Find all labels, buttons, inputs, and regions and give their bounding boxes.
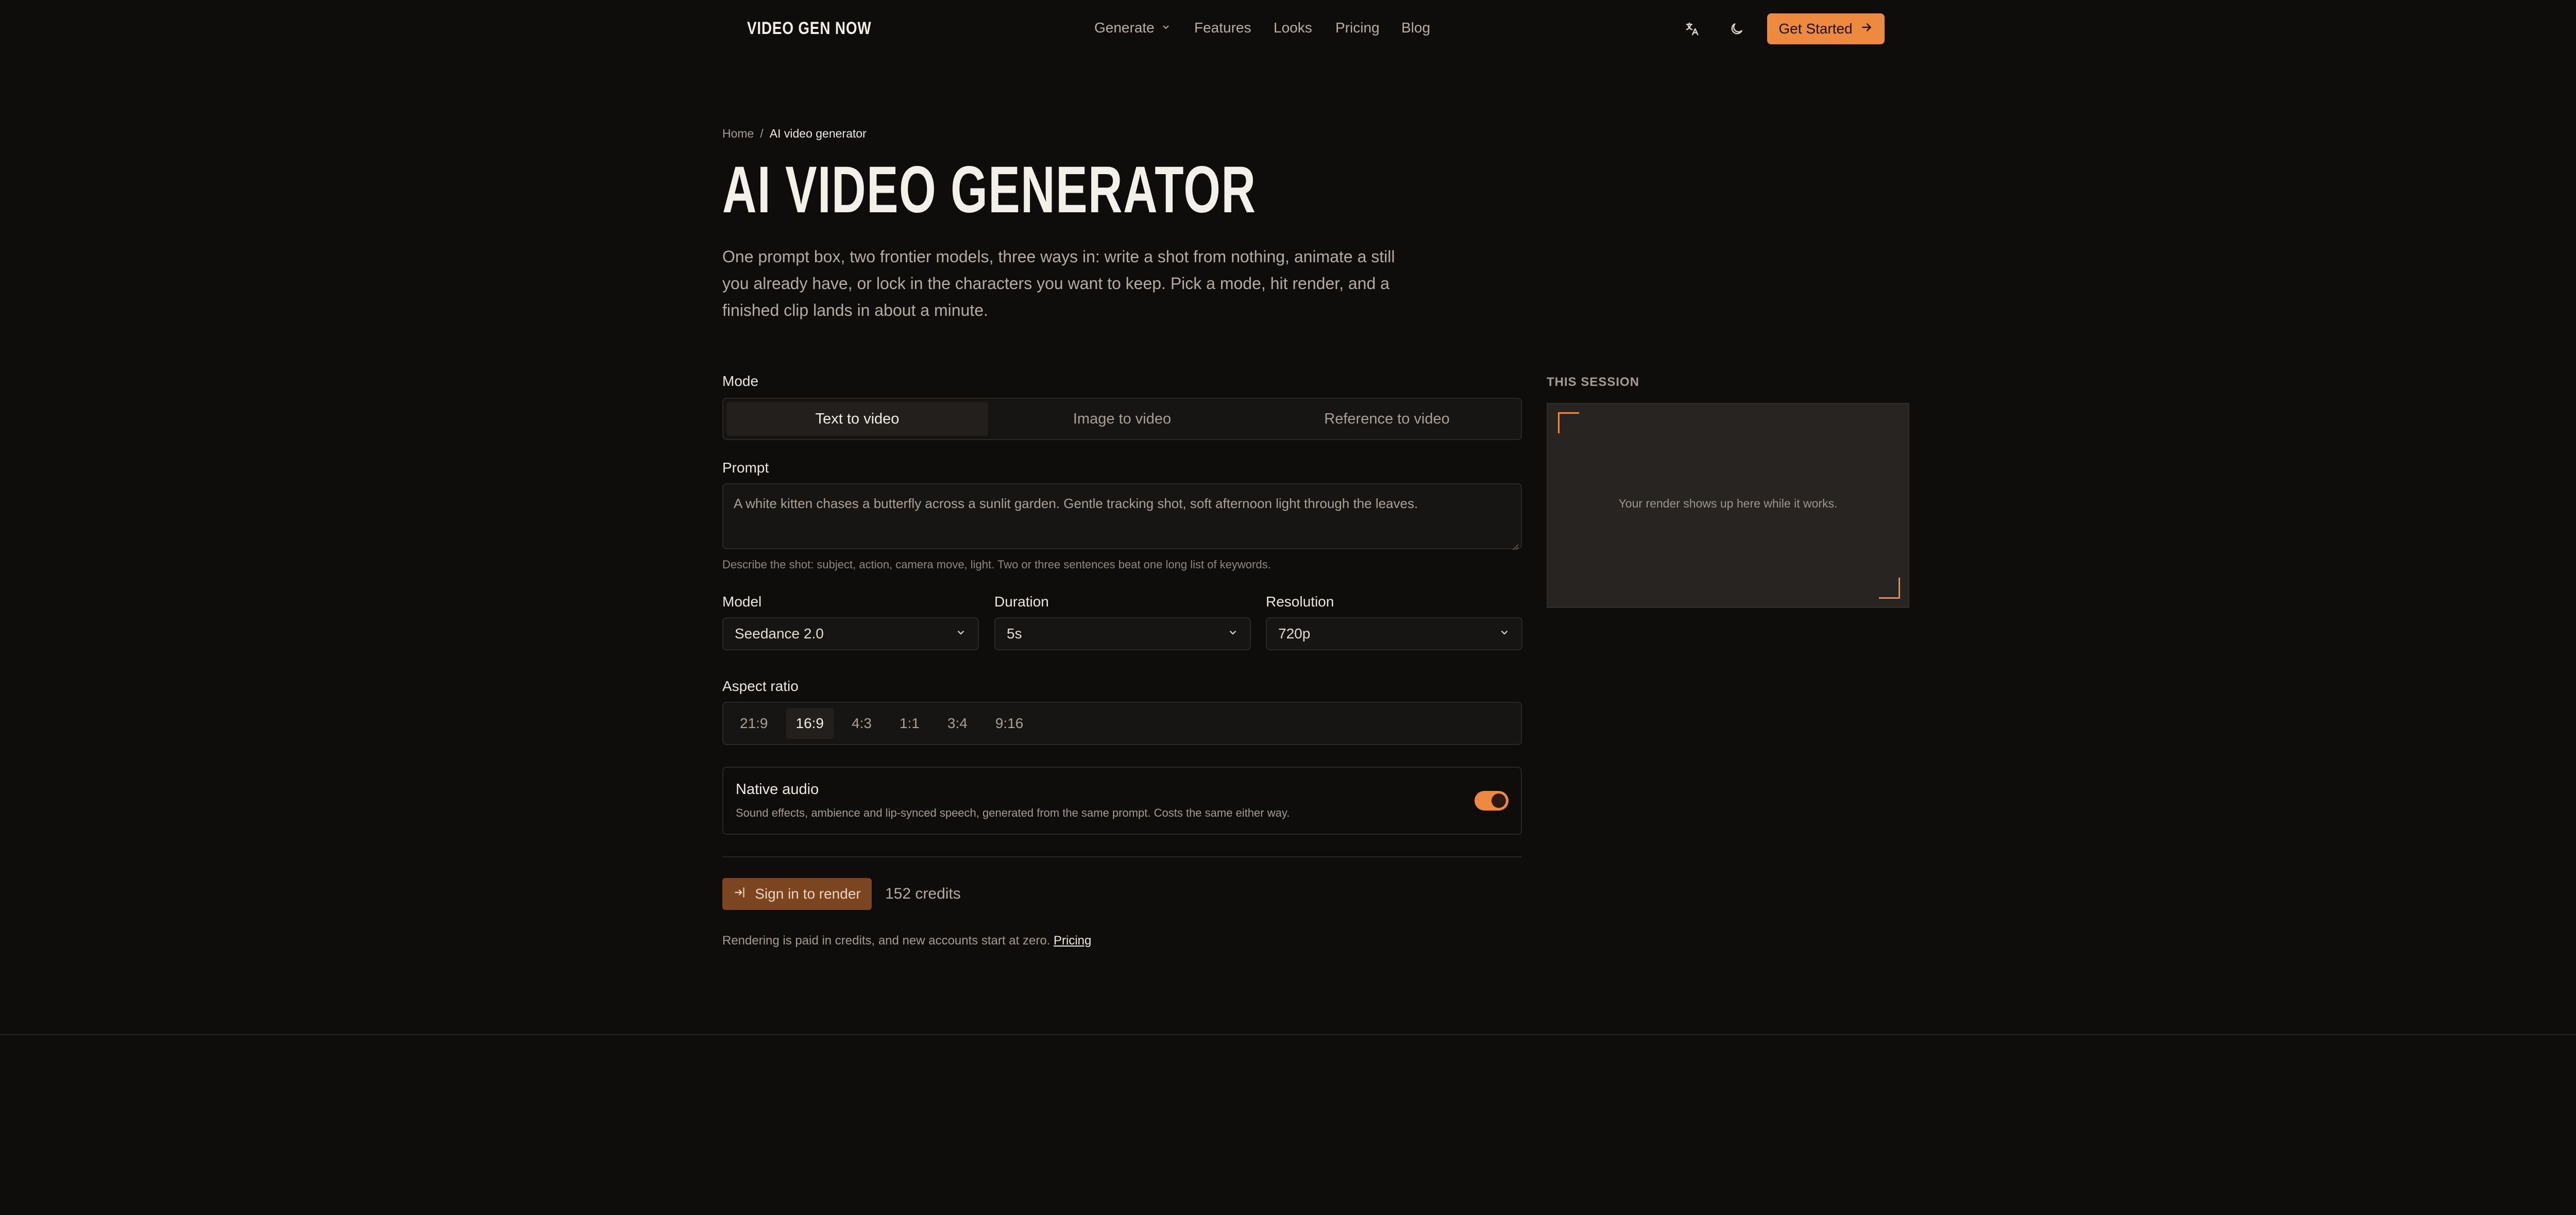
mode-segmented-control: Text to video Image to video Reference t… [722, 398, 1522, 440]
nav-blog[interactable]: Blog [1401, 20, 1430, 36]
duration-label: Duration [994, 594, 1049, 610]
duration-value: 5s [1007, 626, 1022, 642]
nav-pricing[interactable]: Pricing [1335, 20, 1380, 36]
render-placeholder-text: Your render shows up here while it works… [1618, 497, 1838, 510]
footer-divider [0, 1034, 2576, 1035]
section-divider [722, 856, 1522, 857]
model-value: Seedance 2.0 [735, 626, 824, 642]
corner-bracket-top-left [1558, 412, 1579, 433]
aspect-16-9[interactable]: 16:9 [785, 708, 834, 739]
moon-icon[interactable] [1721, 13, 1752, 44]
native-audio-description: Sound effects, ambience and lip-synced s… [736, 806, 1290, 819]
prompt-value: A white kitten chases a butterfly across… [734, 496, 1418, 511]
nav-generate-label: Generate [1094, 20, 1155, 36]
site-logo[interactable]: VIDEO GEN NOW [747, 19, 871, 39]
breadcrumb: Home / AI video generator [722, 127, 867, 141]
aspect-ratio-group: 21:9 16:9 4:3 1:1 3:4 9:16 [722, 702, 1522, 745]
chevron-down-icon [1227, 626, 1239, 642]
render-preview-panel: Your render shows up here while it works… [1547, 403, 1909, 608]
mode-text-to-video[interactable]: Text to video [726, 402, 988, 436]
native-audio-toggle[interactable] [1475, 791, 1509, 811]
arrow-right-icon [1860, 21, 1873, 38]
nav-features[interactable]: Features [1194, 20, 1251, 36]
resolution-select[interactable]: 720p [1266, 617, 1522, 650]
translate-icon[interactable] [1676, 13, 1707, 44]
credits-count: 152 credits [885, 885, 961, 902]
get-started-label: Get Started [1778, 21, 1853, 37]
native-audio-title: Native audio [736, 781, 819, 798]
aspect-3-4[interactable]: 3:4 [937, 708, 978, 739]
resize-handle-icon[interactable] [1511, 538, 1519, 550]
aspect-9-16[interactable]: 9:16 [985, 708, 1034, 739]
sign-in-icon [733, 886, 747, 903]
resolution-label: Resolution [1266, 594, 1334, 610]
pricing-link[interactable]: Pricing [1054, 934, 1091, 948]
corner-bracket-bottom-right [1879, 578, 1900, 599]
sign-in-to-render-button[interactable]: Sign in to render [722, 878, 872, 910]
chevron-down-icon [955, 626, 967, 642]
aspect-1-1[interactable]: 1:1 [889, 708, 930, 739]
toggle-knob [1492, 794, 1506, 808]
footnote-text: Rendering is paid in credits, and new ac… [722, 934, 1050, 948]
nav-looks[interactable]: Looks [1274, 20, 1312, 36]
breadcrumb-separator: / [760, 127, 764, 140]
breadcrumb-home[interactable]: Home [722, 127, 754, 140]
chevron-down-icon [1161, 20, 1171, 36]
session-label: THIS SESSION [1547, 375, 1640, 389]
mode-reference-to-video[interactable]: Reference to video [1256, 402, 1518, 436]
model-label: Model [722, 594, 762, 610]
prompt-help-text: Describe the shot: subject, action, came… [722, 558, 1271, 571]
mode-label: Mode [722, 373, 759, 389]
get-started-button[interactable]: Get Started [1767, 13, 1885, 44]
prompt-textarea[interactable]: A white kitten chases a butterfly across… [722, 483, 1522, 550]
credits-footnote: Rendering is paid in credits, and new ac… [722, 934, 1091, 948]
aspect-21-9[interactable]: 21:9 [730, 708, 778, 739]
nav-generate[interactable]: Generate [1094, 20, 1171, 36]
model-select[interactable]: Seedance 2.0 [722, 617, 979, 650]
mode-image-to-video[interactable]: Image to video [991, 402, 1253, 436]
duration-select[interactable]: 5s [994, 617, 1251, 650]
resolution-value: 720p [1278, 626, 1311, 642]
page-title: AI VIDEO GENERATOR [722, 153, 1257, 227]
native-audio-card [722, 767, 1522, 835]
aspect-ratio-label: Aspect ratio [722, 678, 799, 694]
page-description: One prompt box, two frontier models, thr… [722, 247, 1395, 319]
chevron-down-icon [1499, 626, 1510, 642]
breadcrumb-current: AI video generator [769, 127, 867, 140]
sign-in-label: Sign in to render [755, 886, 861, 902]
aspect-4-3[interactable]: 4:3 [841, 708, 882, 739]
prompt-label: Prompt [722, 460, 769, 476]
